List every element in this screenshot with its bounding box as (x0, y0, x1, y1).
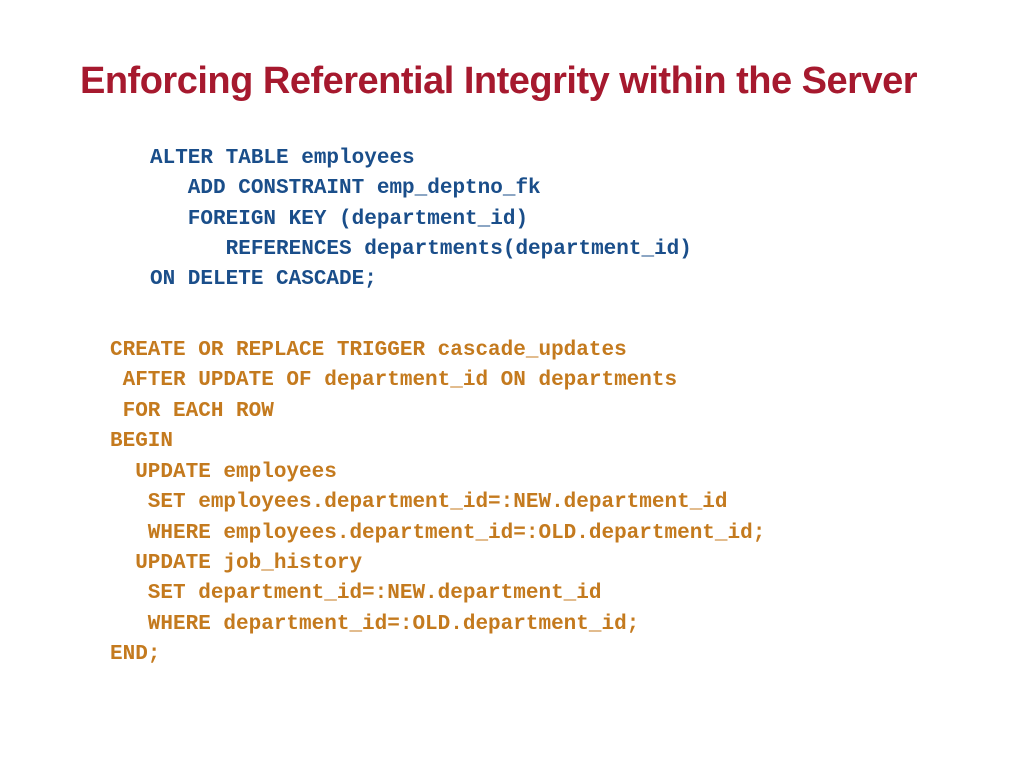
slide-title: Enforcing Referential Integrity within t… (80, 60, 944, 104)
slide-container: Enforcing Referential Integrity within t… (0, 0, 1024, 768)
sql-alter-table-code: ALTER TABLE employees ADD CONSTRAINT emp… (150, 144, 944, 296)
sql-trigger-code: CREATE OR REPLACE TRIGGER cascade_update… (110, 336, 944, 671)
